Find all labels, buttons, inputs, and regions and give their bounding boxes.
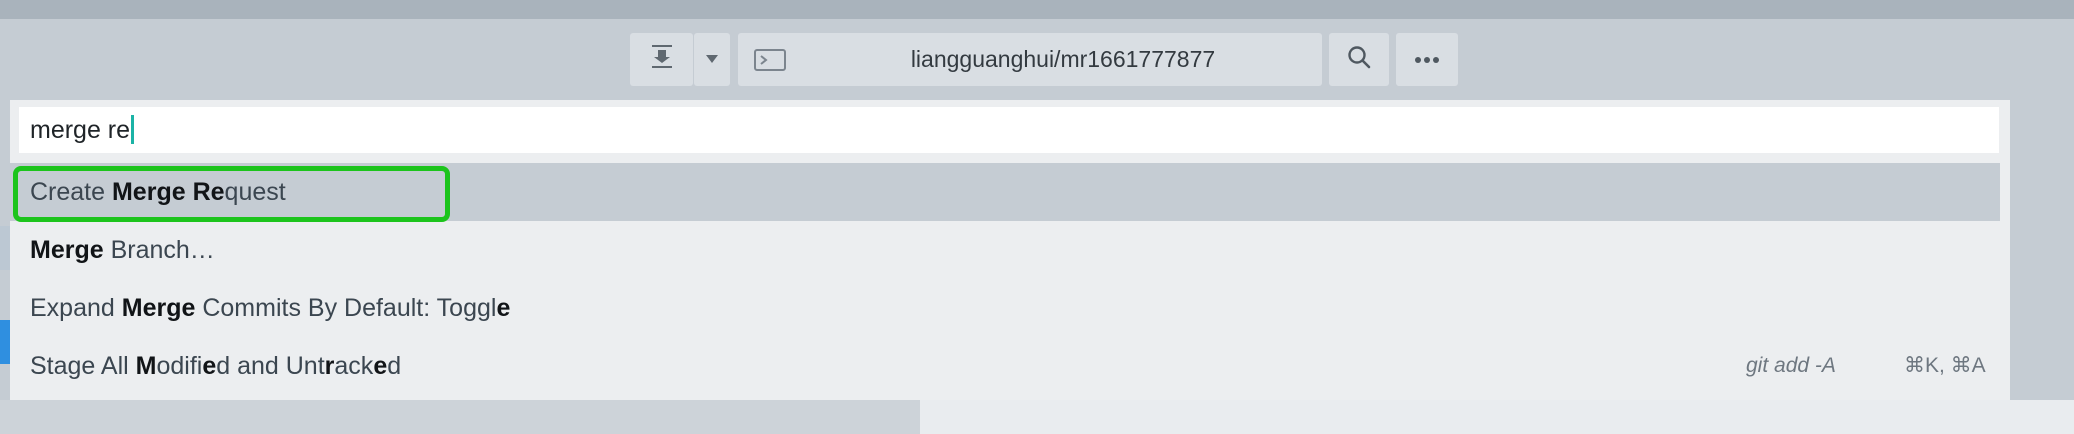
- branch-selector[interactable]: liangguanghui/mr1661777877: [738, 33, 1322, 86]
- command-result-item[interactable]: Merge Branch…: [10, 221, 2000, 279]
- command-results-list: Create Merge Request Merge Branch… Expand …: [10, 163, 2010, 395]
- text-caret: [131, 114, 135, 144]
- match-highlight: e: [202, 352, 217, 380]
- match-highlight: e: [373, 352, 388, 380]
- push-button[interactable]: [630, 33, 693, 86]
- command-result-label: Expand Merge Commits By Default: Toggle: [30, 279, 510, 337]
- command-result-label: Stage All Modified and Untracked: [30, 337, 401, 395]
- label-text: odifi: [156, 352, 203, 380]
- label-text: Branch…: [103, 236, 215, 264]
- search-input-value: merge re: [30, 107, 135, 153]
- label-text: Stage All: [30, 352, 136, 380]
- label-text: d: [387, 352, 402, 380]
- command-result-label: Merge Branch…: [30, 221, 215, 279]
- search-button[interactable]: [1329, 33, 1389, 86]
- label-text: Expand: [30, 294, 122, 322]
- more-horizontal-icon: [1414, 51, 1440, 69]
- background-list-item-peek: [0, 226, 10, 270]
- label-text: Commits By Default: Toggl: [195, 294, 497, 322]
- command-result-item[interactable]: Stage All Modified and Untracked git add …: [10, 337, 2000, 395]
- command-result-item[interactable]: Create Merge Request: [10, 163, 2000, 222]
- command-result-item[interactable]: Expand Merge Commits By Default: Toggle: [10, 279, 2000, 337]
- background-panel-left: [0, 400, 920, 434]
- match-highlight: r: [324, 352, 335, 380]
- background-panel-right: [920, 400, 2074, 434]
- match-highlight: Merge: [30, 236, 104, 264]
- command-palette-search-input[interactable]: merge re: [19, 107, 1999, 153]
- window-top-strip: [0, 0, 2074, 19]
- chevron-down-icon: [705, 51, 719, 69]
- more-button[interactable]: [1396, 33, 1458, 86]
- search-icon: [1346, 44, 1372, 75]
- label-text: d and Unt: [216, 352, 325, 380]
- branch-name: liangguanghui/mr1661777877: [910, 46, 1216, 72]
- command-result-shortcut: ⌘K, ⌘A: [1904, 354, 1986, 377]
- match-highlight: Merge: [121, 294, 196, 322]
- background-right-edge: [2010, 100, 2074, 400]
- match-highlight: e: [496, 294, 511, 322]
- command-palette: merge re Create Merge Request Merge Branc…: [10, 100, 2010, 400]
- label-text: ack: [334, 352, 374, 380]
- terminal-icon: [754, 49, 786, 71]
- match-highlight: M: [135, 352, 157, 380]
- selection-highlight-box: [13, 166, 450, 222]
- push-down-arrow-icon: [649, 44, 675, 75]
- command-result-git-command: git add -A: [1746, 354, 1836, 377]
- background-selected-item-peek: [0, 320, 10, 364]
- push-options-dropdown[interactable]: [694, 33, 730, 86]
